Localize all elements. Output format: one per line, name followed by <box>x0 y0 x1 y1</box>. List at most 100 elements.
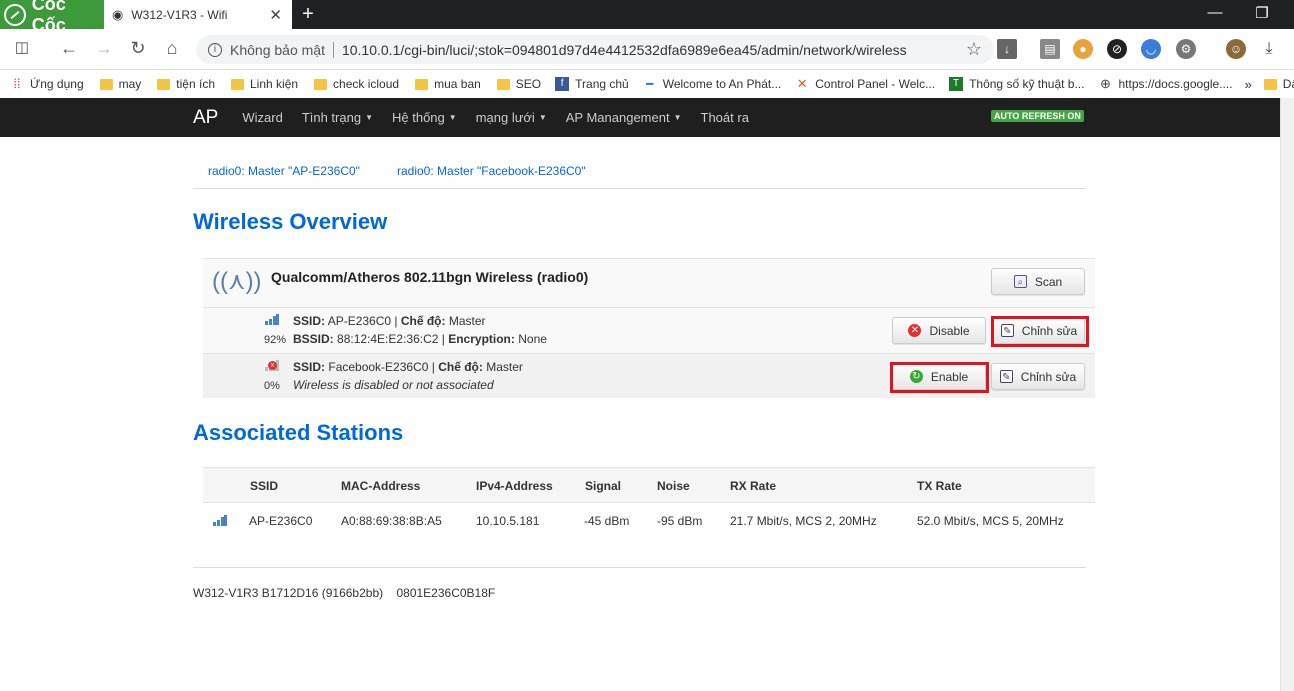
auto-refresh-badge[interactable]: AUTO REFRESH ON <box>991 110 1084 122</box>
bookmark-item[interactable]: check icloud <box>314 77 399 91</box>
network-row: 92% SSID: AP-E236C0 | Chế độ: Master BSS… <box>203 307 1095 353</box>
mode-key: Chế độ: <box>400 314 446 328</box>
bookmark-item[interactable]: Linh kiện <box>231 77 298 91</box>
tab-radio0-facebook[interactable]: radio0: Master "Facebook-E236C0" <box>397 164 586 178</box>
highlight-frame <box>890 362 989 393</box>
security-label: Không bảo mật <box>230 41 325 58</box>
column-header: Noise <box>657 479 690 493</box>
downloads-icon[interactable]: ⤓ <box>1259 39 1279 59</box>
bookmarks-bar: ⁞⁞ Ứng dụng may tiện ích Linh kiện check … <box>0 70 1294 98</box>
scrollbar[interactable] <box>1280 98 1294 691</box>
ssid-key: SSID: <box>293 314 326 328</box>
button-label: Chỉnh sửa <box>1020 369 1077 384</box>
signal-percent: 92% <box>264 334 287 346</box>
extension-icon[interactable]: ▤ <box>1040 39 1060 59</box>
browser-brand[interactable]: Cốc Cốc <box>0 0 104 35</box>
address-toolbar: ◫ ← → ↻ ⌂ i Không bảo mật 10.10.0.1/cgi-… <box>0 29 1294 70</box>
folder-icon <box>496 78 510 90</box>
address-bar[interactable]: i Không bảo mật 10.10.0.1/cgi-bin/luci/;… <box>196 35 994 64</box>
nav-label: Wizard <box>242 110 283 125</box>
section-title: Associated Stations <box>193 420 404 445</box>
edit-button[interactable]: ✎ Chỉnh sửa <box>991 363 1085 390</box>
download-icon[interactable]: ↓ <box>997 39 1017 59</box>
app-navbar: AP Wizard Tình trạng ▼ Hệ thống ▼ mạng lướ… <box>0 98 1280 137</box>
browser-tab[interactable]: ◉ W312-V1R3 - Wifi ✕ <box>104 0 292 29</box>
bookmark-item[interactable]: may <box>99 77 142 91</box>
bookmark-label: may <box>118 77 142 91</box>
nav-label: mạng lưới <box>475 110 535 125</box>
back-icon[interactable]: ← <box>57 38 81 59</box>
bookmark-item[interactable]: tiện ích <box>157 77 215 91</box>
avatar[interactable]: ☺ <box>1226 39 1246 59</box>
sidebar-icon[interactable]: ◫ <box>10 38 34 56</box>
extension-icon[interactable]: ⊘ <box>1107 39 1127 59</box>
bookmark-star-icon[interactable]: ☆ <box>966 39 982 60</box>
bookmark-label: Ứng dụng <box>30 77 84 91</box>
folder-icon <box>314 78 328 90</box>
extension-icon[interactable]: ⚙ <box>1176 39 1196 59</box>
station-rx-rate: 21.7 Mbit/s, MCS 2, 20MHz <box>730 514 877 528</box>
caret-down-icon: ▼ <box>365 113 373 122</box>
tab-title: W312-V1R3 - Wifi <box>131 7 228 22</box>
app-brand[interactable]: AP <box>193 107 218 129</box>
mode-key: Chế độ: <box>438 360 483 374</box>
mode-value: Master <box>448 314 486 328</box>
nav-network[interactable]: mạng lưới ▼ <box>476 110 547 125</box>
url-text[interactable]: 10.10.0.1/cgi-bin/luci/;stok=094801d97d4… <box>342 42 907 58</box>
tab-radio0-ap[interactable]: radio0: Master "AP-E236C0" <box>208 164 360 178</box>
bookmark-item[interactable]: ⊕ https://docs.google.... <box>1098 76 1233 92</box>
nav-ap-management[interactable]: AP Manangement ▼ <box>566 110 682 125</box>
wireless-antenna-icon: ((⋏)) <box>212 268 262 295</box>
bookmark-item[interactable]: Dấu trang khác <box>1263 77 1294 91</box>
disable-icon: ✕ <box>908 324 922 337</box>
close-tab-icon[interactable]: ✕ <box>269 6 282 24</box>
nav-label: Hệ thống <box>392 110 445 125</box>
bookmark-label: Control Panel - Welc... <box>815 77 936 91</box>
button-label: Scan <box>1034 274 1063 289</box>
nav-label: Tình trạng <box>301 110 362 125</box>
nav-label: AP Manangement <box>565 110 670 125</box>
station-signal: -45 dBm <box>584 514 630 528</box>
globe-icon: ⊕ <box>1100 76 1111 91</box>
home-icon[interactable]: ⌂ <box>160 38 184 59</box>
more-bookmarks-icon[interactable]: » <box>1245 77 1252 92</box>
column-header: RX Rate <box>730 479 777 493</box>
site-icon: T <box>949 77 964 91</box>
bookmark-item[interactable]: T Thông số kỹ thuật b... <box>949 77 1084 91</box>
page-title: Wireless Overview <box>193 209 388 234</box>
wireless-device-table: ((⋏)) Qualcomm/Atheros 802.11bgn Wireles… <box>203 258 1095 398</box>
ssid-key: SSID: <box>293 360 326 374</box>
bookmark-item[interactable]: SEO <box>496 77 541 91</box>
minimize-icon[interactable]: — <box>1200 4 1230 21</box>
extension-icon[interactable]: ● <box>1073 39 1093 59</box>
nav-logout[interactable]: Thoát ra <box>701 110 749 125</box>
bookmark-item[interactable]: mua ban <box>415 77 481 91</box>
extension-icon[interactable]: ◡ <box>1141 39 1161 59</box>
reload-icon[interactable]: ↻ <box>126 38 150 59</box>
forward-icon[interactable]: → <box>92 38 116 59</box>
bookmark-item[interactable]: ✕ Control Panel - Welc... <box>795 77 936 92</box>
restore-icon[interactable]: ❐ <box>1247 4 1277 22</box>
apps-icon: ⁞⁞ <box>13 76 21 91</box>
nav-status[interactable]: Tình trạng ▼ <box>302 110 373 125</box>
edit-icon: ✎ <box>999 370 1013 383</box>
bookmark-item[interactable]: ⁞⁞ Ứng dụng <box>10 76 84 92</box>
nav-label: Thoát ra <box>700 110 749 125</box>
new-tab-button[interactable]: + <box>298 3 318 26</box>
bookmark-label: Welcome to An Phát... <box>662 77 782 91</box>
nav-system[interactable]: Hệ thống ▼ <box>392 110 457 125</box>
page-favicon-icon: ◉ <box>112 6 124 22</box>
info-icon[interactable]: i <box>208 42 222 57</box>
nav-wizard[interactable]: Wizard <box>242 110 282 125</box>
footer: W312-V1R3 B1712D16 (9166b2bb) 0801E236C0… <box>193 586 495 600</box>
bookmark-item[interactable]: f Trang chủ <box>555 77 629 91</box>
divider <box>332 41 334 58</box>
network-tabs: radio0: Master "AP-E236C0" radio0: Maste… <box>193 161 1086 189</box>
scan-button[interactable]: ⌕ Scan <box>991 268 1085 295</box>
facebook-icon: f <box>555 77 570 91</box>
disable-button[interactable]: ✕ Disable <box>892 317 986 344</box>
device-name: Qualcomm/Atheros 802.11bgn Wireless (rad… <box>271 269 589 285</box>
highlight-frame <box>991 316 1089 347</box>
bookmark-item[interactable]: ━ Welcome to An Phát... <box>643 77 782 91</box>
divider <box>193 567 1086 568</box>
